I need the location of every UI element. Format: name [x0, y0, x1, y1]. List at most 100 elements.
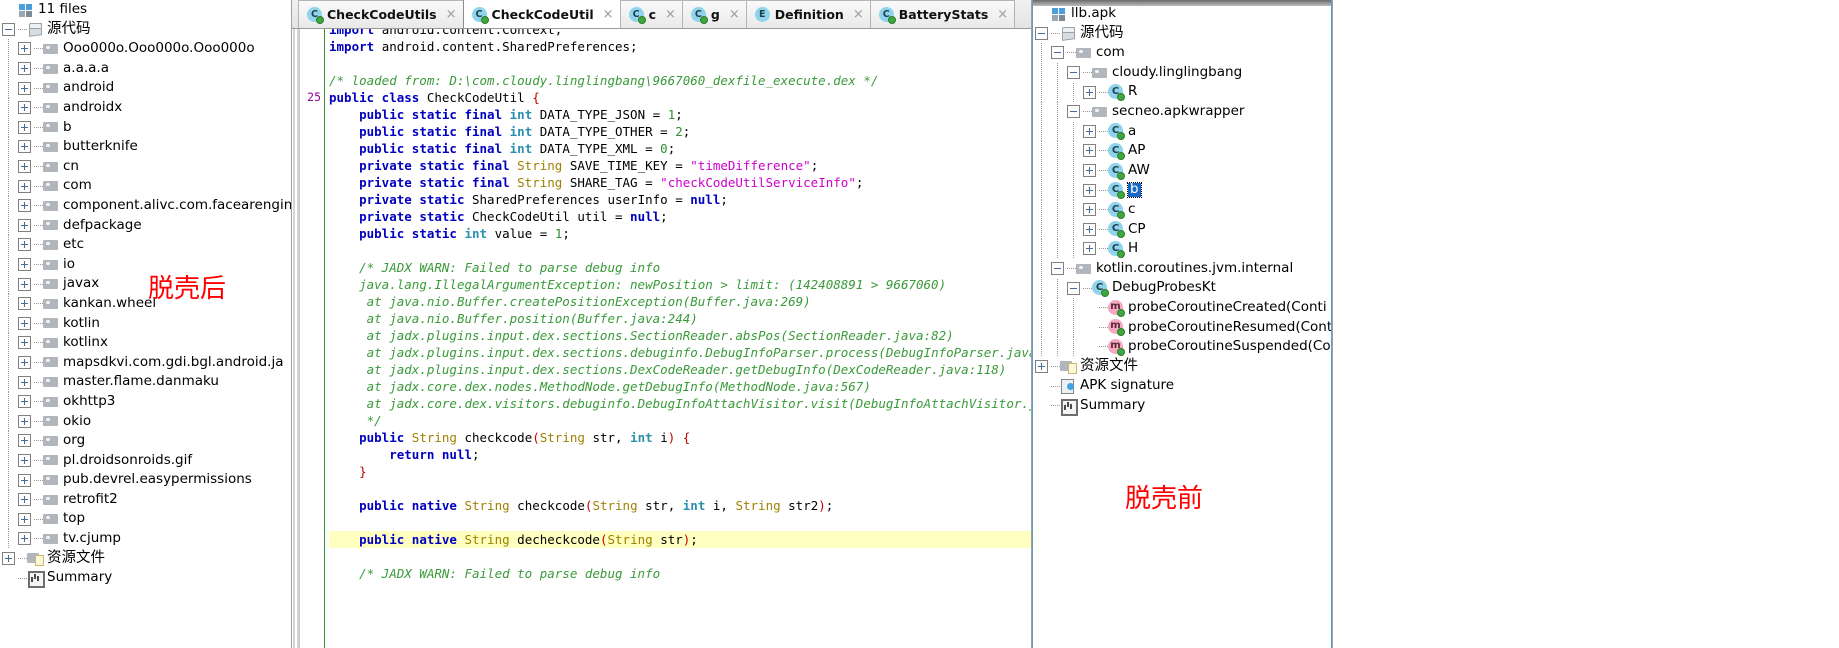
expand-plus-icon[interactable]	[18, 140, 31, 154]
expand-plus-icon[interactable]	[18, 532, 31, 546]
expand-plus-icon[interactable]	[18, 101, 31, 115]
tree-item[interactable]: io	[0, 255, 291, 275]
tree-item[interactable]: org	[0, 431, 291, 451]
tree-item[interactable]: cn	[0, 157, 291, 177]
expand-plus-icon[interactable]	[18, 160, 31, 174]
tree-item[interactable]: CP	[1033, 219, 1331, 240]
expand-plus-icon[interactable]	[18, 316, 31, 330]
collapse-minus-icon[interactable]	[1035, 26, 1048, 40]
tree-item[interactable]: AW	[1033, 161, 1331, 181]
tree-item[interactable]: a	[1033, 121, 1331, 142]
tree-item[interactable]: 资源文件	[1033, 357, 1331, 377]
expand-plus-icon[interactable]	[18, 512, 31, 526]
tree-item[interactable]: b	[0, 117, 291, 138]
editor-tab[interactable]: c×	[619, 0, 683, 28]
expand-plus-icon[interactable]	[18, 453, 31, 467]
tree-item[interactable]: kotlin.coroutines.jvm.internal	[1033, 259, 1331, 279]
tree-item[interactable]: master.flame.danmaku	[0, 372, 291, 392]
expand-plus-icon[interactable]	[18, 218, 31, 232]
tree-item[interactable]: 资源文件	[0, 549, 291, 569]
tree-root-row[interactable]: 11 files	[0, 0, 291, 20]
collapse-minus-icon[interactable]	[1051, 46, 1064, 60]
collapse-minus-icon[interactable]	[1051, 262, 1064, 276]
tree-item[interactable]: kotlinx	[0, 333, 291, 353]
editor-tab[interactable]: Definition ×	[745, 0, 871, 28]
expand-plus-icon[interactable]	[18, 277, 31, 291]
tree-item[interactable]: component.alivc.com.facearengin	[0, 196, 291, 216]
expand-plus-icon[interactable]	[18, 199, 31, 213]
collapse-minus-icon[interactable]	[1067, 105, 1080, 119]
expand-plus-icon[interactable]	[18, 473, 31, 487]
tab-close-icon[interactable]: ×	[997, 8, 1008, 21]
tree-item[interactable]: butterknife	[0, 137, 291, 157]
expand-plus-icon[interactable]	[18, 355, 31, 369]
tree-item[interactable]: probeCoroutineSuspended(Cor	[1033, 337, 1331, 357]
code-text-area[interactable]: import android.content.Context; import an…	[324, 29, 1031, 648]
tab-close-icon[interactable]: ×	[446, 8, 457, 21]
expand-plus-icon[interactable]	[1083, 242, 1096, 256]
expand-plus-icon[interactable]	[18, 258, 31, 272]
tree-item[interactable]: com	[0, 176, 291, 196]
expand-plus-icon[interactable]	[2, 551, 15, 565]
tree-item[interactable]: APK signature	[1033, 376, 1331, 396]
tree-item[interactable]: defpackage	[0, 215, 291, 236]
collapse-minus-icon[interactable]	[1067, 66, 1080, 80]
expand-plus-icon[interactable]	[18, 42, 31, 56]
tree-item[interactable]: a.a.a.a	[0, 59, 291, 79]
tree-item[interactable]: retrofit2	[0, 490, 291, 510]
tree-item[interactable]: AP	[1033, 141, 1331, 161]
left-tree[interactable]: 11 files 源代码 Ooo000o.Ooo000o.Ooo000o a.a.a.…	[0, 0, 291, 589]
expand-plus-icon[interactable]	[1035, 359, 1048, 373]
expand-plus-icon[interactable]	[1083, 144, 1096, 158]
tree-item[interactable]: Summary	[0, 568, 291, 589]
collapse-minus-icon[interactable]	[2, 22, 15, 36]
editor-tab[interactable]: BatteryStats ×	[869, 0, 1016, 28]
tree-item[interactable]: android	[0, 78, 291, 98]
tab-close-icon[interactable]: ×	[603, 8, 614, 21]
tree-item[interactable]: com	[1033, 43, 1331, 63]
expand-plus-icon[interactable]	[1083, 183, 1096, 197]
tree-item[interactable]: b	[1033, 180, 1331, 200]
expand-plus-icon[interactable]	[18, 179, 31, 193]
expand-plus-icon[interactable]	[1083, 222, 1096, 236]
tree-item[interactable]: Ooo000o.Ooo000o.Ooo000o	[0, 39, 291, 59]
expand-plus-icon[interactable]	[18, 120, 31, 134]
expand-plus-icon[interactable]	[18, 81, 31, 95]
tree-item[interactable]: top	[0, 509, 291, 529]
expand-plus-icon[interactable]	[18, 493, 31, 507]
tab-close-icon[interactable]: ×	[665, 8, 676, 21]
tree-item[interactable]: probeCoroutineResumed(Conti	[1033, 317, 1331, 338]
tree-item[interactable]: kankan.wheel	[0, 294, 291, 314]
expand-plus-icon[interactable]	[1083, 124, 1096, 138]
expand-plus-icon[interactable]	[18, 375, 31, 389]
tree-item[interactable]: 源代码	[0, 20, 291, 40]
expand-plus-icon[interactable]	[18, 395, 31, 409]
tree-item[interactable]: secneo.apkwrapper	[1033, 102, 1331, 122]
expand-plus-icon[interactable]	[18, 238, 31, 252]
right-tree[interactable]: llb.apk 源代码 com cloudy.linglingbang Rsecneo.…	[1033, 0, 1331, 416]
tree-item[interactable]: R	[1033, 82, 1331, 102]
expand-plus-icon[interactable]	[18, 297, 31, 311]
tree-item[interactable]: Summary	[1033, 396, 1331, 416]
tree-root-row[interactable]: llb.apk	[1033, 4, 1331, 24]
tree-item[interactable]: etc	[0, 235, 291, 255]
tree-item[interactable]: tv.cjump	[0, 529, 291, 549]
tree-item[interactable]: androidx	[0, 98, 291, 118]
editor-tab[interactable]: g×	[681, 0, 747, 28]
tree-item[interactable]: DebugProbesKt	[1033, 278, 1331, 298]
tree-item[interactable]: H	[1033, 239, 1331, 259]
tree-item[interactable]: kotlin	[0, 313, 291, 334]
expand-plus-icon[interactable]	[1083, 203, 1096, 217]
tree-item[interactable]: okio	[0, 411, 291, 431]
tree-item[interactable]: okhttp3	[0, 392, 291, 412]
editor-tab[interactable]: CheckCodeUtil ×	[462, 0, 621, 28]
tree-item[interactable]: 源代码	[1033, 24, 1331, 44]
editor-tab-bar[interactable]: CheckCodeUtils×CheckCodeUtil×c×g×Definit…	[292, 0, 1031, 29]
tree-item[interactable]: javax	[0, 274, 291, 294]
expand-plus-icon[interactable]	[18, 62, 31, 76]
tree-item[interactable]: probeCoroutineCreated(Conti	[1033, 298, 1331, 318]
tab-close-icon[interactable]: ×	[853, 8, 864, 21]
expand-plus-icon[interactable]	[18, 336, 31, 350]
expand-plus-icon[interactable]	[1083, 85, 1096, 99]
tree-item[interactable]: pl.droidsonroids.gif	[0, 450, 291, 471]
